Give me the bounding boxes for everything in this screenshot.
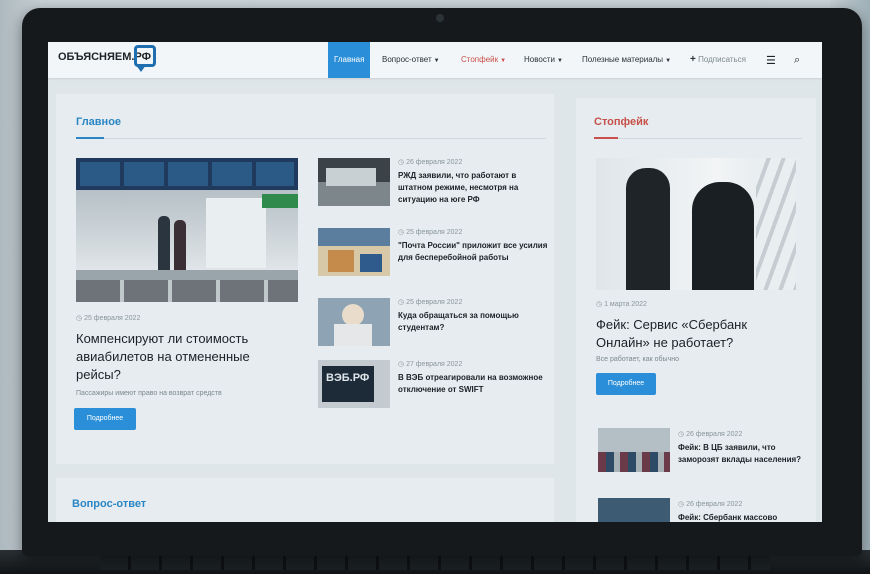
shelf — [318, 228, 390, 246]
list-item-thumb-post[interactable] — [318, 228, 390, 276]
list-item-thumb-students[interactable] — [318, 298, 390, 346]
nav-item-news[interactable]: Новости ▼ — [524, 42, 563, 78]
chevron-down-icon: ▼ — [665, 58, 672, 64]
section-title-main: Главное — [76, 116, 122, 128]
divider — [76, 138, 546, 139]
sidebar-item-date: ◷ 26 февраля 2022 — [678, 501, 743, 508]
exit-sign — [262, 194, 298, 208]
columns — [756, 158, 796, 290]
nav-item-main[interactable]: Главная — [328, 42, 371, 78]
feature-date: ◷ 25 февраля 2022 — [76, 315, 141, 322]
chevron-down-icon: ▼ — [500, 58, 507, 64]
sidebar-item-date: ◷ 26 февраля 2022 — [678, 431, 743, 438]
board-panels — [80, 162, 294, 186]
body — [334, 324, 372, 346]
sidebar-feature-headline[interactable]: Фейк: Сервис «Сбербанк Онлайн» не работа… — [596, 316, 796, 352]
plus-icon: + — [690, 54, 696, 65]
sidebar-item-thumb[interactable] — [598, 498, 670, 522]
section-title-stopfake: Стопфейк — [594, 116, 649, 128]
list-item-title[interactable]: Куда обращаться за помощью студентам? — [398, 310, 548, 334]
nav-item-materials[interactable]: Полезные материалы ▼ — [582, 42, 671, 78]
nav-item-stopfake[interactable]: Стопфейк ▼ — [461, 42, 506, 78]
qa-section: Вопрос-ответ — [56, 478, 554, 522]
crowd — [598, 452, 670, 472]
stopfake-sidebar: Стопфейк ◷ 1 марта 2022 Фейк: Сервис «Сб… — [576, 98, 816, 522]
parcels — [328, 250, 354, 272]
seats — [76, 280, 298, 302]
list-item-title[interactable]: "Почта России" приложит все усилия для б… — [398, 240, 548, 264]
hamburger-icon[interactable]: ☰ — [766, 54, 776, 67]
feature-headline[interactable]: Компенсируют ли стоимость авиабилетов на… — [76, 330, 286, 384]
face — [342, 304, 364, 326]
section-title-qa: Вопрос-ответ — [72, 498, 147, 510]
list-item-date: ◷ 26 февраля 2022 — [398, 159, 463, 166]
sidebar-item-title[interactable]: Фейк: Сбербанк массово — [678, 512, 804, 522]
list-item-title[interactable]: В ВЭБ отреагировали на возможное отключе… — [398, 372, 548, 396]
top-navbar: ОБЪЯСНЯЕМ.РФ Главная Вопрос-ответ ▼ Стопф… — [48, 42, 822, 78]
main-section: Главное ◷ 25 февраля 2022 Компенсируют л… — [56, 94, 554, 464]
sidebar-feature-date: ◷ 1 марта 2022 — [596, 301, 647, 308]
person-silhouette — [626, 168, 670, 290]
chevron-down-icon: ▼ — [556, 58, 563, 64]
search-icon[interactable]: ⌕ — [794, 54, 800, 67]
sidebar-item-title[interactable]: Фейк: В ЦБ заявили, что заморозят вклады… — [678, 442, 804, 466]
feature-summary: Пассажиры имеют право на возврат средств — [76, 390, 222, 397]
sidebar-feature-image[interactable] — [596, 158, 796, 290]
list-item-title[interactable]: РЖД заявили, что работают в штатном режи… — [398, 170, 548, 206]
nav-subscribe[interactable]: + Подписаться — [690, 42, 746, 78]
read-more-button[interactable]: Подробнее — [74, 408, 136, 430]
feature-image[interactable] — [76, 158, 298, 302]
list-item-thumb-veb[interactable]: ВЭБ.РФ — [318, 360, 390, 408]
webcam-icon — [436, 14, 444, 22]
list-item-date: ◷ 25 февраля 2022 — [398, 229, 463, 236]
logo-speech-bubble-icon — [134, 45, 156, 67]
list-item-date: ◷ 27 февраля 2022 — [398, 361, 463, 368]
laptop-keyboard — [100, 556, 770, 570]
person-silhouette — [692, 182, 754, 290]
sidebar-item-thumb[interactable] — [598, 428, 670, 472]
sidebar-feature-summary: Все работает, как обычно — [596, 356, 679, 363]
section-accent — [594, 137, 618, 139]
veb-logo: ВЭБ.РФ — [326, 372, 370, 384]
browser-viewport: ОБЪЯСНЯЕМ.РФ Главная Вопрос-ответ ▼ Стопф… — [48, 42, 822, 522]
parcels — [360, 254, 382, 272]
chevron-down-icon: ▼ — [433, 58, 440, 64]
list-item-date: ◷ 25 февраля 2022 — [398, 299, 463, 306]
window — [206, 198, 266, 268]
read-more-button[interactable]: Подробнее — [596, 373, 656, 395]
nav-item-qa[interactable]: Вопрос-ответ ▼ — [382, 42, 440, 78]
train — [326, 168, 376, 186]
divider — [594, 138, 802, 139]
section-accent — [76, 137, 104, 139]
list-item-thumb-train[interactable] — [318, 158, 390, 206]
logo-bubble-tail-icon — [136, 65, 146, 72]
